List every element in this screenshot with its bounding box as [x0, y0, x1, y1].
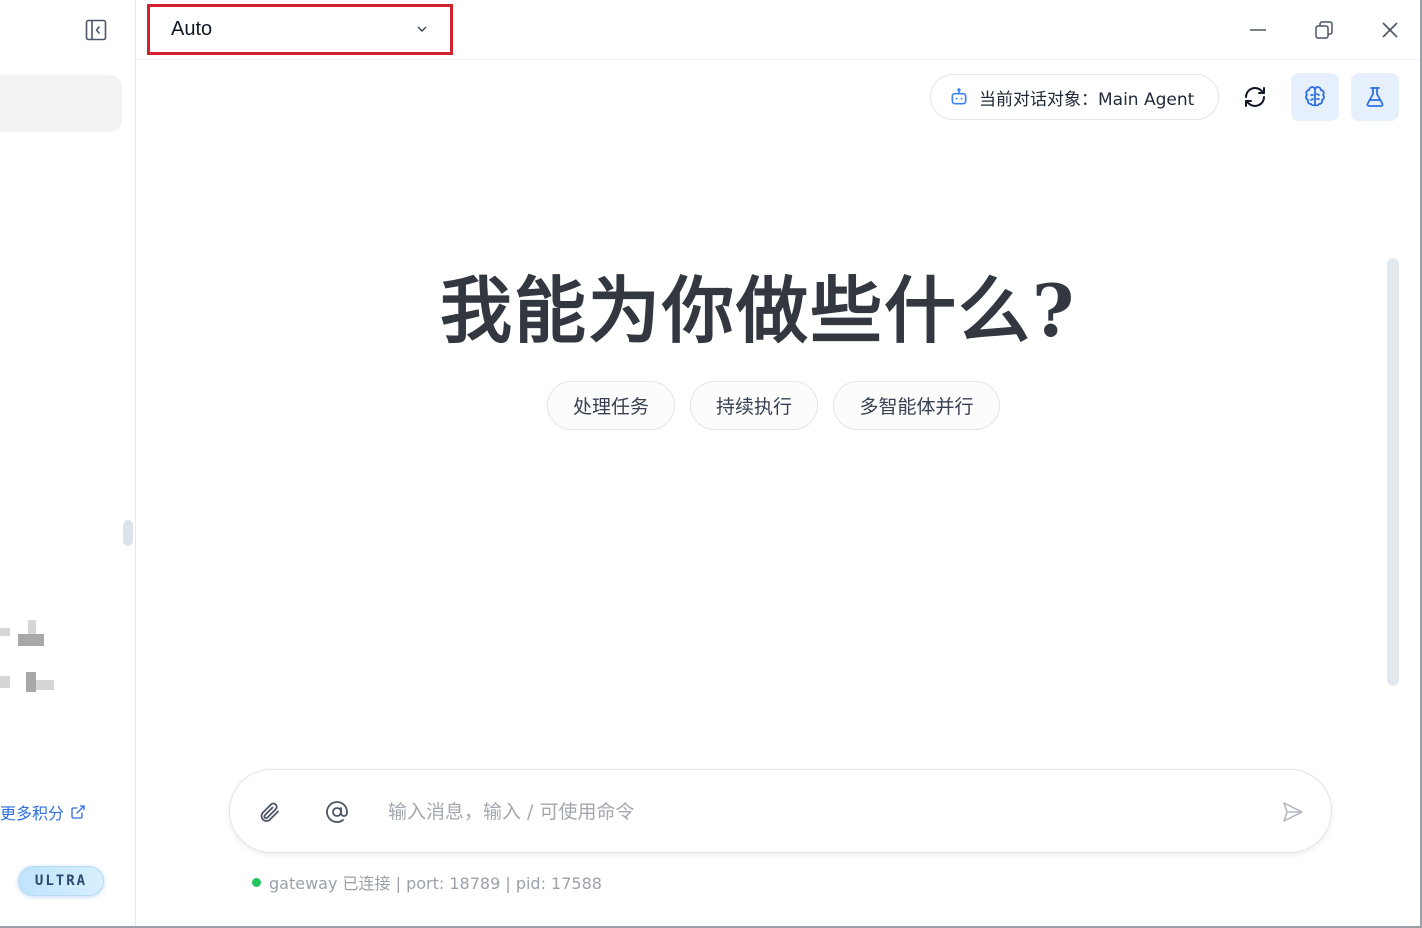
at-sign-icon	[326, 801, 348, 823]
minimize-icon	[1250, 29, 1266, 31]
lab-button[interactable]	[1351, 73, 1399, 121]
close-icon	[1382, 22, 1398, 38]
more-credits-link[interactable]: 更多积分	[0, 800, 86, 824]
page-title: 我能为你做些什么?	[440, 268, 1077, 353]
gateway-status-text: gateway 已连接 | port: 18789 | pid: 17588	[269, 874, 602, 893]
status-dot	[252, 877, 261, 887]
refresh-icon	[1245, 87, 1265, 107]
agent-label: 当前对话对象：	[979, 89, 1098, 110]
agent-name: Main Agent	[1098, 89, 1195, 110]
flask-icon	[1366, 87, 1384, 107]
restore-icon	[1315, 21, 1333, 39]
gateway-status: gateway 已连接 | port: 18789 | pid: 17588	[252, 870, 602, 894]
suggestion-chip[interactable]: 多智能体并行	[833, 381, 1000, 430]
restore-button[interactable]	[1308, 14, 1340, 46]
brain-icon	[1305, 86, 1325, 107]
sidebar-search-box[interactable]	[0, 75, 122, 132]
message-input[interactable]	[388, 790, 1258, 834]
title-bar: Auto	[136, 0, 1422, 60]
blurred-account-info-2	[0, 668, 56, 694]
minimize-button[interactable]	[1242, 14, 1274, 46]
mention-button[interactable]	[322, 797, 352, 827]
sidebar: 更多积分 ULTRA	[0, 0, 136, 928]
refresh-button[interactable]	[1231, 73, 1279, 121]
close-button[interactable]	[1374, 14, 1406, 46]
blurred-account-info	[0, 620, 46, 648]
sidebar-scrollbar[interactable]	[123, 520, 133, 546]
memory-button[interactable]	[1291, 73, 1339, 121]
more-credits-label: 更多积分	[0, 804, 65, 823]
main-scrollbar[interactable]	[1387, 258, 1399, 686]
collapse-sidebar-button[interactable]	[80, 14, 112, 46]
external-link-icon	[71, 805, 85, 819]
paperclip-icon	[260, 802, 279, 822]
send-button[interactable]	[1278, 797, 1308, 827]
message-composer	[229, 769, 1332, 853]
suggestion-chip[interactable]: 处理任务	[547, 381, 675, 430]
plan-badge[interactable]: ULTRA	[18, 866, 104, 896]
robot-icon	[951, 88, 967, 105]
chevron-down-icon	[417, 26, 427, 32]
attach-button[interactable]	[254, 797, 284, 827]
model-select-value: Auto	[171, 18, 213, 40]
suggestion-chip[interactable]: 持续执行	[690, 381, 818, 430]
model-select[interactable]: Auto	[147, 4, 453, 55]
agent-selector[interactable]: 当前对话对象：Main Agent	[930, 74, 1219, 120]
sidebar-collapse-icon	[85, 19, 107, 41]
send-icon	[1283, 802, 1303, 822]
